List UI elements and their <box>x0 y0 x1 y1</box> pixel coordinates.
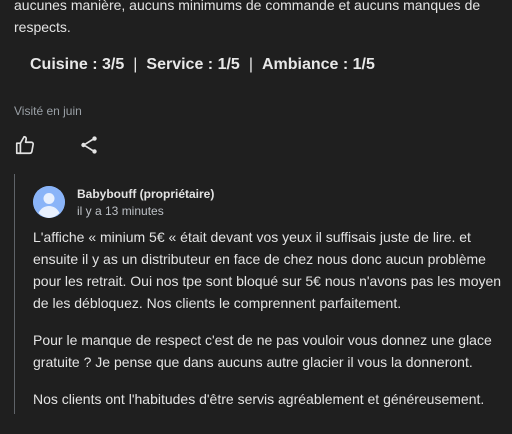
rating-cuisine: Cuisine : 3/5 <box>30 56 125 73</box>
owner-role: (propriétaire) <box>139 187 215 201</box>
owner-reply: Babybouff (propriétaire) il y a 13 minut… <box>14 174 512 414</box>
reply-body: L'affiche « minium 5€ « était devant vos… <box>33 226 509 425</box>
review-page: aucunes manière, aucuns minimums de comm… <box>0 0 512 434</box>
review-text: aucunes manière, aucuns minimums de comm… <box>14 0 481 35</box>
owner-name: Babybouff (propriétaire) <box>77 187 214 201</box>
owner-name-text: Babybouff <box>77 187 137 201</box>
reply-paragraph: Nos clients ont l'habitudes d'être servi… <box>33 391 485 407</box>
reply-paragraph: Pour le manque de respect c'est de ne pa… <box>33 332 492 370</box>
like-button[interactable] <box>14 134 36 156</box>
share-button[interactable] <box>78 134 100 156</box>
avatar[interactable] <box>33 186 65 218</box>
rating-service: Service : 1/5 <box>146 56 240 73</box>
rating-ambiance: Ambiance : 1/5 <box>261 56 375 73</box>
thumbs-up-icon <box>15 135 35 155</box>
rating-separator: | <box>248 56 253 73</box>
reply-paragraph: L'affiche « minium 5€ « était devant vos… <box>33 229 502 311</box>
ratings-row: Cuisine : 3/5 | Service : 1/5 | Ambiance… <box>30 56 375 74</box>
share-icon <box>81 136 97 154</box>
rating-separator: | <box>133 56 138 73</box>
person-icon <box>33 186 65 218</box>
visited-date: Visité en juin <box>14 104 82 118</box>
reply-timestamp: il y a 13 minutes <box>77 204 164 218</box>
